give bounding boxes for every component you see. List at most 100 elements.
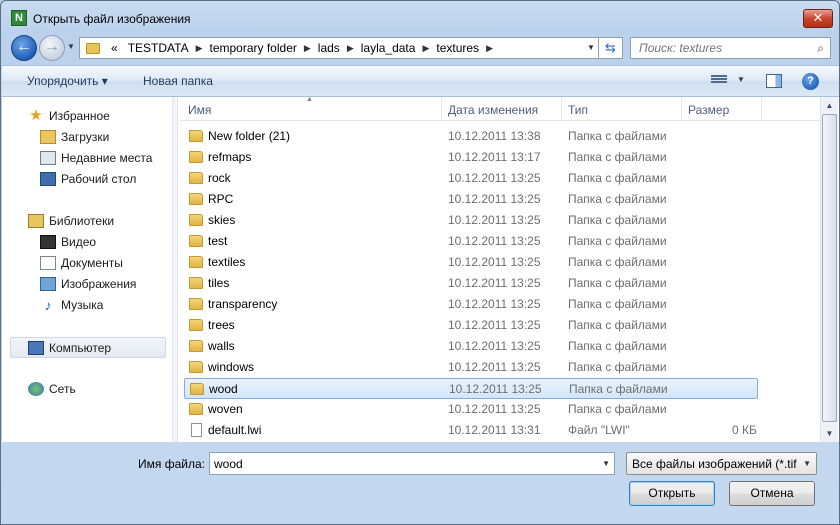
folder-icon bbox=[189, 298, 203, 310]
file-name: tiles bbox=[208, 276, 230, 290]
table-row[interactable]: refmaps 10.12.2011 13:17 Папка с файлами bbox=[184, 147, 758, 168]
filter-value: Все файлы изображений (*.tif bbox=[632, 457, 797, 471]
file-date: 10.12.2011 13:38 bbox=[448, 129, 541, 143]
new-folder-button[interactable]: Новая папка bbox=[143, 74, 213, 88]
column-divider[interactable] bbox=[561, 97, 562, 121]
chevron-right-icon[interactable]: ▶ bbox=[420, 43, 431, 54]
chevron-down-icon[interactable]: ▼ bbox=[602, 459, 610, 468]
table-row[interactable]: RPC 10.12.2011 13:25 Папка с файлами bbox=[184, 189, 758, 210]
column-divider[interactable] bbox=[761, 97, 762, 121]
open-button[interactable]: Открыть bbox=[629, 481, 715, 506]
file-type: Папка с файлами bbox=[568, 318, 667, 332]
forward-button[interactable]: → bbox=[39, 35, 65, 61]
nav-images[interactable]: Изображения bbox=[40, 274, 136, 294]
nav-network[interactable]: Сеть bbox=[28, 379, 76, 399]
file-type: Папка с файлами bbox=[568, 171, 667, 185]
downloads-folder-icon bbox=[40, 130, 56, 144]
vertical-scrollbar[interactable]: ▲ ▼ bbox=[820, 97, 838, 442]
chevron-right-icon[interactable]: ▶ bbox=[302, 43, 313, 54]
address-bar[interactable]: « TESTDATA ▶ temporary folder ▶ lads ▶ layl… bbox=[79, 37, 599, 59]
pane-splitter[interactable] bbox=[172, 97, 178, 442]
file-name: windows bbox=[208, 360, 255, 374]
nav-video[interactable]: Видео bbox=[40, 232, 96, 252]
breadcrumb-item[interactable]: layla_data bbox=[356, 41, 421, 55]
table-row[interactable]: windows 10.12.2011 13:25 Папка с файлами bbox=[184, 357, 758, 378]
breadcrumb-item[interactable]: textures bbox=[431, 41, 484, 55]
open-image-dialog: N Открыть файл изображения ✕ ← → ▼ « TES… bbox=[0, 0, 840, 525]
column-divider[interactable] bbox=[441, 97, 442, 121]
table-row[interactable]: rock 10.12.2011 13:25 Папка с файлами bbox=[184, 168, 758, 189]
search-input[interactable] bbox=[631, 38, 801, 58]
view-details-icon[interactable] bbox=[711, 74, 727, 87]
documents-library-icon bbox=[40, 256, 56, 270]
breadcrumb-item[interactable]: temporary folder bbox=[205, 41, 302, 55]
refresh-icon: ⇆ bbox=[605, 40, 616, 55]
table-row[interactable]: New folder (21) 10.12.2011 13:38 Папка с ф… bbox=[184, 126, 758, 147]
filename-value[interactable]: wood bbox=[214, 457, 243, 471]
refresh-button[interactable]: ⇆ bbox=[599, 37, 623, 59]
command-bar: Упорядочить ▾ Новая папка ▼ ? bbox=[2, 65, 839, 97]
nav-downloads[interactable]: Загрузки bbox=[40, 127, 109, 147]
table-row[interactable]: default.lwi 10.12.2011 13:31 Файл "LWI" 0 К… bbox=[184, 420, 758, 441]
back-button[interactable]: ← bbox=[11, 35, 37, 61]
close-button[interactable]: ✕ bbox=[803, 9, 833, 28]
file-name: walls bbox=[208, 339, 235, 353]
table-row[interactable]: woven 10.12.2011 13:25 Папка с файлами bbox=[184, 399, 758, 420]
recent-pages-dropdown[interactable]: ▼ bbox=[67, 42, 75, 51]
column-header-name[interactable]: Имя bbox=[188, 103, 211, 117]
column-divider[interactable] bbox=[681, 97, 682, 121]
nav-label: Загрузки bbox=[61, 130, 110, 144]
nav-computer[interactable]: Компьютер bbox=[28, 338, 111, 358]
chevron-down-icon[interactable]: ▼ bbox=[803, 459, 811, 468]
table-row[interactable]: textiles 10.12.2011 13:25 Папка с файлами bbox=[184, 252, 758, 273]
filename-input[interactable]: wood ▼ bbox=[209, 452, 615, 475]
file-type: Папка с файлами bbox=[568, 402, 667, 416]
chevron-right-icon[interactable]: ▶ bbox=[484, 43, 495, 54]
scroll-down-icon[interactable]: ▼ bbox=[821, 425, 838, 442]
search-icon[interactable]: ⌕ bbox=[817, 41, 824, 56]
nav-libraries[interactable]: Библиотеки bbox=[28, 211, 114, 231]
table-row[interactable]: skies 10.12.2011 13:25 Папка с файлами bbox=[184, 210, 758, 231]
folder-icon bbox=[190, 383, 204, 395]
address-dropdown[interactable]: ▼ bbox=[584, 38, 598, 58]
app-icon: N bbox=[11, 10, 27, 26]
nav-desktop[interactable]: Рабочий стол bbox=[40, 169, 136, 189]
organize-button[interactable]: Упорядочить ▾ bbox=[27, 74, 108, 88]
nav-recent-places[interactable]: Недавние места bbox=[40, 148, 152, 168]
help-icon[interactable]: ? bbox=[802, 73, 819, 90]
table-row[interactable]: trees 10.12.2011 13:25 Папка с файлами bbox=[184, 315, 758, 336]
breadcrumb-overflow[interactable]: « bbox=[106, 41, 123, 55]
column-header-size[interactable]: Размер bbox=[688, 103, 729, 117]
file-name: rock bbox=[208, 171, 231, 185]
table-row[interactable]: test 10.12.2011 13:25 Папка с файлами bbox=[184, 231, 758, 252]
breadcrumb-item[interactable]: TESTDATA bbox=[123, 41, 194, 55]
search-box[interactable]: ⌕ bbox=[630, 37, 831, 59]
chevron-right-icon[interactable]: ▶ bbox=[194, 43, 205, 54]
table-row[interactable]: tiles 10.12.2011 13:25 Папка с файлами bbox=[184, 273, 758, 294]
file-date: 10.12.2011 13:25 bbox=[448, 360, 541, 374]
table-row[interactable]: walls 10.12.2011 13:25 Папка с файлами bbox=[184, 336, 758, 357]
column-header-date[interactable]: Дата изменения bbox=[448, 103, 538, 117]
cancel-button[interactable]: Отмена bbox=[729, 481, 815, 506]
nav-music[interactable]: ♪ Музыка bbox=[40, 295, 104, 315]
view-dropdown[interactable]: ▼ bbox=[737, 75, 745, 84]
column-header-type[interactable]: Тип bbox=[568, 103, 588, 117]
breadcrumb-item[interactable]: lads bbox=[313, 41, 345, 55]
file-type: Папка с файлами bbox=[568, 276, 667, 290]
file-type: Папка с файлами bbox=[568, 192, 667, 206]
nav-favorites[interactable]: ★ Избранное bbox=[28, 106, 110, 126]
preview-pane-icon[interactable] bbox=[766, 74, 782, 88]
table-row[interactable]: transparency 10.12.2011 13:25 Папка с файл… bbox=[184, 294, 758, 315]
chevron-right-icon[interactable]: ▶ bbox=[345, 43, 356, 54]
title-bar[interactable]: N Открыть файл изображения ✕ bbox=[1, 1, 839, 35]
file-type: Папка с файлами bbox=[568, 339, 667, 353]
nav-documents[interactable]: Документы bbox=[40, 253, 123, 273]
scroll-up-icon[interactable]: ▲ bbox=[821, 97, 838, 114]
table-row[interactable]: wood 10.12.2011 13:25 Папка с файлами bbox=[184, 378, 758, 399]
filename-label: Имя файла: bbox=[138, 457, 205, 471]
file-type: Папка с файлами bbox=[569, 382, 668, 396]
file-type-filter[interactable]: Все файлы изображений (*.tif ▼ bbox=[626, 452, 817, 475]
scrollbar-thumb[interactable] bbox=[822, 114, 837, 422]
file-type: Файл "LWI" bbox=[568, 423, 630, 437]
file-date: 10.12.2011 13:25 bbox=[448, 402, 541, 416]
